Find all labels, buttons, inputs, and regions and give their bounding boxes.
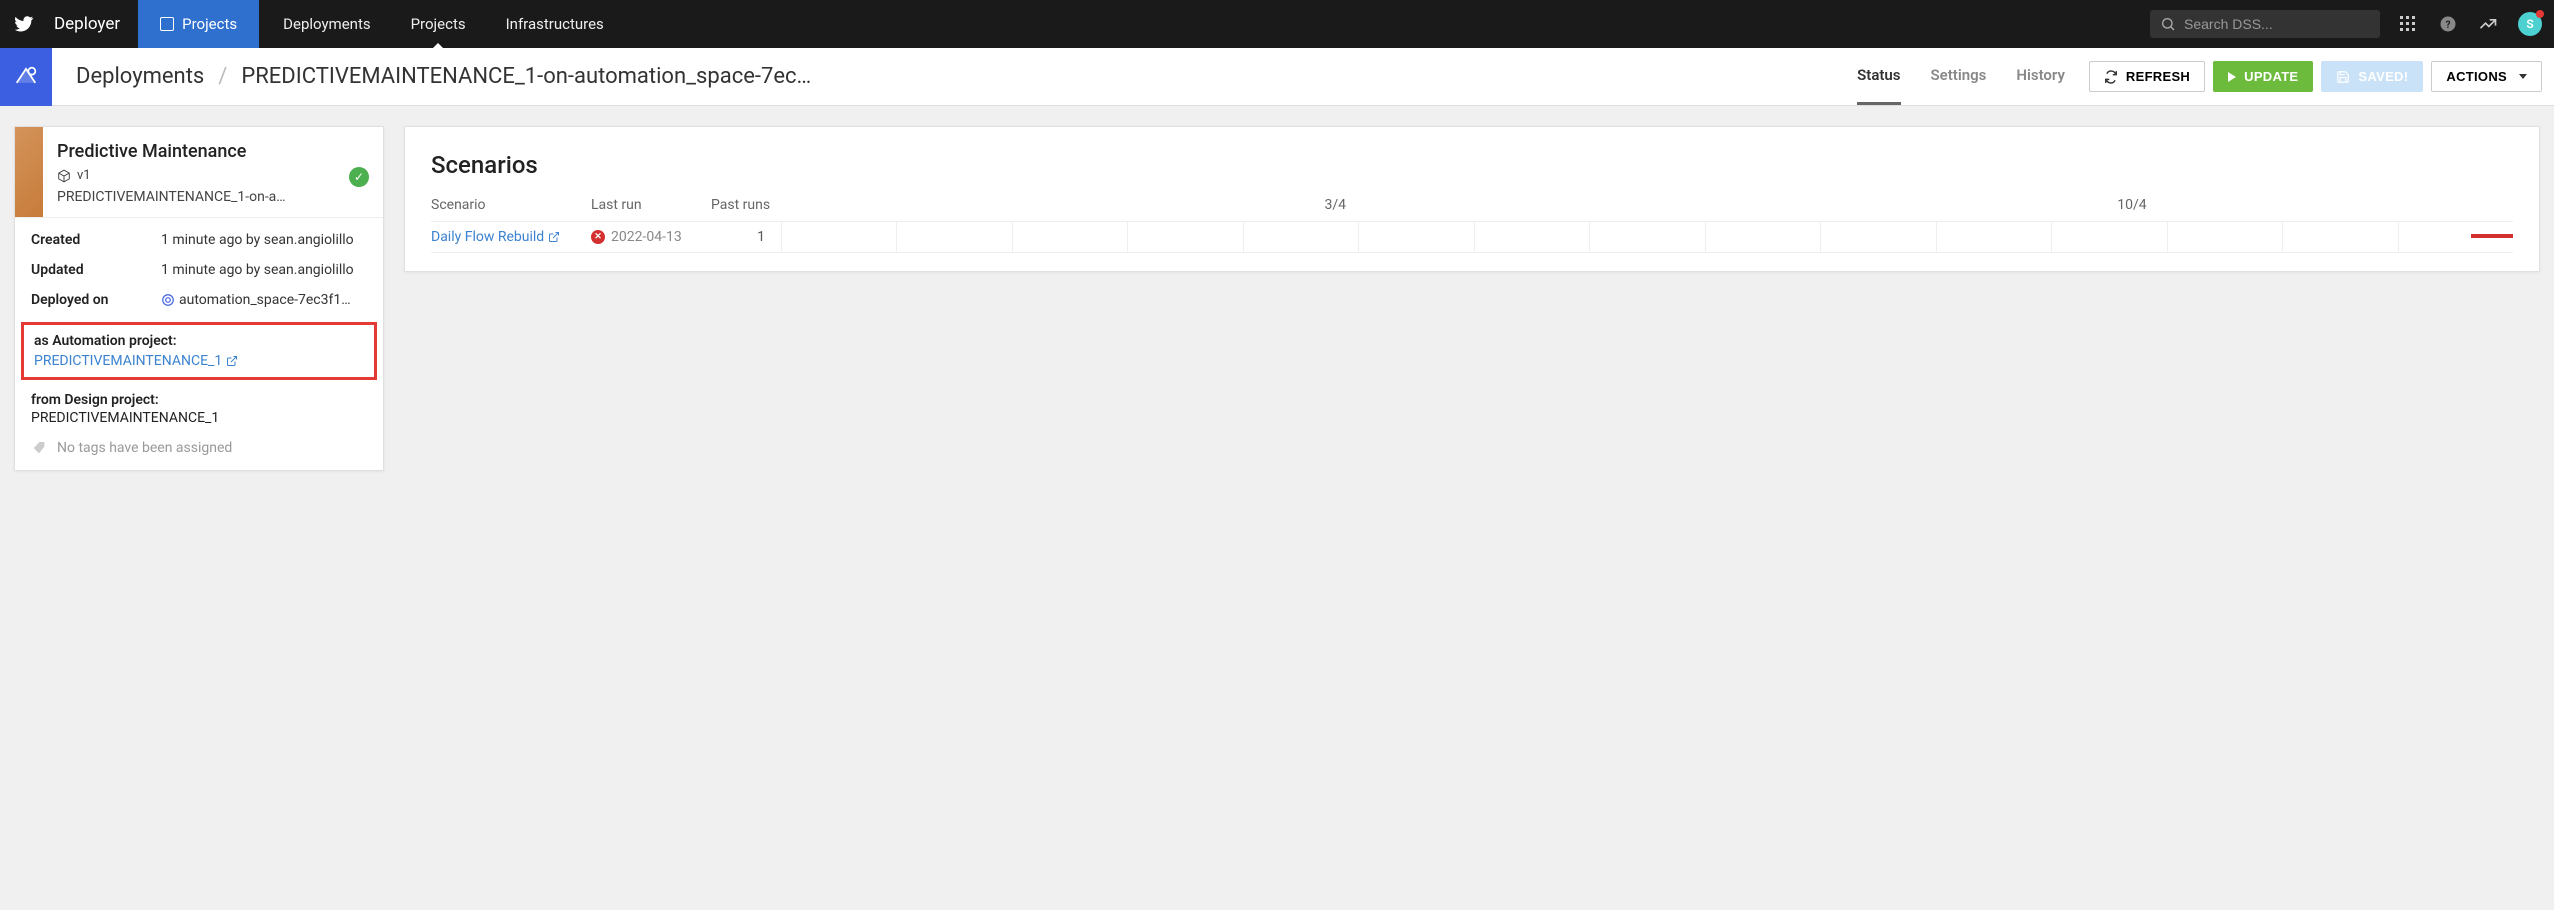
project-thumbnail <box>15 127 43 217</box>
updated-label: Updated <box>31 262 161 278</box>
update-button[interactable]: UPDATE <box>2213 61 2313 92</box>
deployment-card: Predictive Maintenance v1 ✓ PREDICTIVEMA… <box>14 126 384 471</box>
external-link-icon <box>226 355 238 367</box>
scenario-last-run: ✕ 2022-04-13 <box>591 229 711 245</box>
header-actions: REFRESH UPDATE SAVED! ACTIONS <box>2089 61 2554 92</box>
date-mark-2: 10/4 <box>2117 197 2146 213</box>
infra-icon <box>161 293 175 307</box>
refresh-button[interactable]: REFRESH <box>2089 61 2205 92</box>
deployed-value: automation_space-7ec3f1… <box>161 292 367 308</box>
search-input[interactable] <box>2184 16 2370 32</box>
context-icon[interactable] <box>0 48 52 106</box>
tab-history[interactable]: History <box>2016 48 2065 105</box>
created-value: 1 minute ago by sean.angiolillo <box>161 232 367 248</box>
avatar-letter: S <box>2526 17 2533 31</box>
activity-icon[interactable] <box>2478 14 2498 34</box>
breadcrumb-current: PREDICTIVEMAINTENANCE_1-on-automation_sp… <box>241 64 811 89</box>
nav-projects-label: Projects <box>182 15 237 33</box>
project-title: Predictive Maintenance <box>57 141 369 162</box>
brand-label: Deployer <box>48 14 138 34</box>
col-past-runs: Past runs <box>711 197 781 213</box>
search-icon <box>2160 16 2176 32</box>
breadcrumb-sep: / <box>218 64 227 89</box>
notification-dot <box>2536 10 2544 18</box>
save-icon <box>2336 70 2350 84</box>
col-last-run: Last run <box>591 197 711 213</box>
run-marker-error <box>2471 234 2513 238</box>
chevron-down-icon <box>2519 74 2527 79</box>
breadcrumb: Deployments / PREDICTIVEMAINTENANCE_1-on… <box>52 64 1857 89</box>
page-header: Deployments / PREDICTIVEMAINTENANCE_1-on… <box>0 48 2554 106</box>
breadcrumb-root[interactable]: Deployments <box>76 64 204 89</box>
svg-text:?: ? <box>2446 20 2451 31</box>
external-link-icon <box>548 231 560 243</box>
deployed-label: Deployed on <box>31 292 161 308</box>
tab-settings[interactable]: Settings <box>1931 48 1987 105</box>
scenario-link[interactable]: Daily Flow Rebuild <box>431 229 560 245</box>
top-icons: ? S <box>2398 12 2542 36</box>
scenarios-panel: Scenarios Scenario Last run Past runs 3/… <box>404 126 2540 272</box>
sub-infrastructures[interactable]: Infrastructures <box>486 0 624 48</box>
automation-project-box: as Automation project: PREDICTIVEMAINTEN… <box>21 322 377 380</box>
scenarios-table: Scenario Last run Past runs 3/4 10/4 Dai… <box>431 197 2513 253</box>
apps-icon[interactable] <box>2398 14 2418 34</box>
design-label: from Design project: <box>31 392 367 408</box>
tags-empty-text: No tags have been assigned <box>57 440 232 456</box>
scenario-timeline <box>781 222 2513 252</box>
tabs: Status Settings History <box>1857 48 2089 105</box>
scenario-name: Daily Flow Rebuild <box>431 229 591 245</box>
automation-project-link[interactable]: PREDICTIVEMAINTENANCE_1 <box>34 353 238 369</box>
refresh-icon <box>2104 70 2118 84</box>
scenarios-heading: Scenarios <box>431 151 2513 179</box>
automation-label: as Automation project: <box>34 333 364 349</box>
avatar[interactable]: S <box>2518 12 2542 36</box>
updated-value: 1 minute ago by sean.angiolillo <box>161 262 367 278</box>
projects-icon <box>160 17 174 31</box>
actions-button[interactable]: ACTIONS <box>2431 61 2542 92</box>
col-scenario: Scenario <box>431 197 591 213</box>
deployment-id: PREDICTIVEMAINTENANCE_1-on-a… <box>57 189 369 205</box>
scenario-row[interactable]: Daily Flow Rebuild ✕ 2022-04-13 1 <box>431 221 2513 253</box>
design-value: PREDICTIVEMAINTENANCE_1 <box>31 410 367 426</box>
tags-row: No tags have been assigned <box>31 440 367 456</box>
scenarios-head: Scenario Last run Past runs 3/4 10/4 <box>431 197 2513 221</box>
top-nav: Deployer Projects Deployments Projects I… <box>0 0 2554 48</box>
saved-button: SAVED! <box>2321 61 2423 92</box>
bundle-icon <box>57 169 71 183</box>
help-icon[interactable]: ? <box>2438 14 2458 34</box>
tab-status[interactable]: Status <box>1857 48 1900 105</box>
tag-icon <box>31 440 47 456</box>
scenario-past-runs: 1 <box>711 229 781 245</box>
status-ok-icon: ✓ <box>349 167 369 187</box>
play-icon <box>2228 72 2236 82</box>
sub-projects[interactable]: Projects <box>391 0 486 48</box>
nav-projects[interactable]: Projects <box>138 0 259 48</box>
search-box[interactable] <box>2150 10 2380 38</box>
logo-icon[interactable] <box>0 13 48 35</box>
created-label: Created <box>31 232 161 248</box>
date-mark-1: 3/4 <box>1324 197 1346 213</box>
error-icon: ✕ <box>591 230 605 244</box>
version-label: v1 <box>77 168 91 183</box>
col-timeline: 3/4 10/4 <box>781 197 2513 213</box>
submenu: Deployments Projects Infrastructures <box>263 0 624 48</box>
sub-deployments[interactable]: Deployments <box>263 0 390 48</box>
content: Predictive Maintenance v1 ✓ PREDICTIVEMA… <box>0 106 2554 491</box>
